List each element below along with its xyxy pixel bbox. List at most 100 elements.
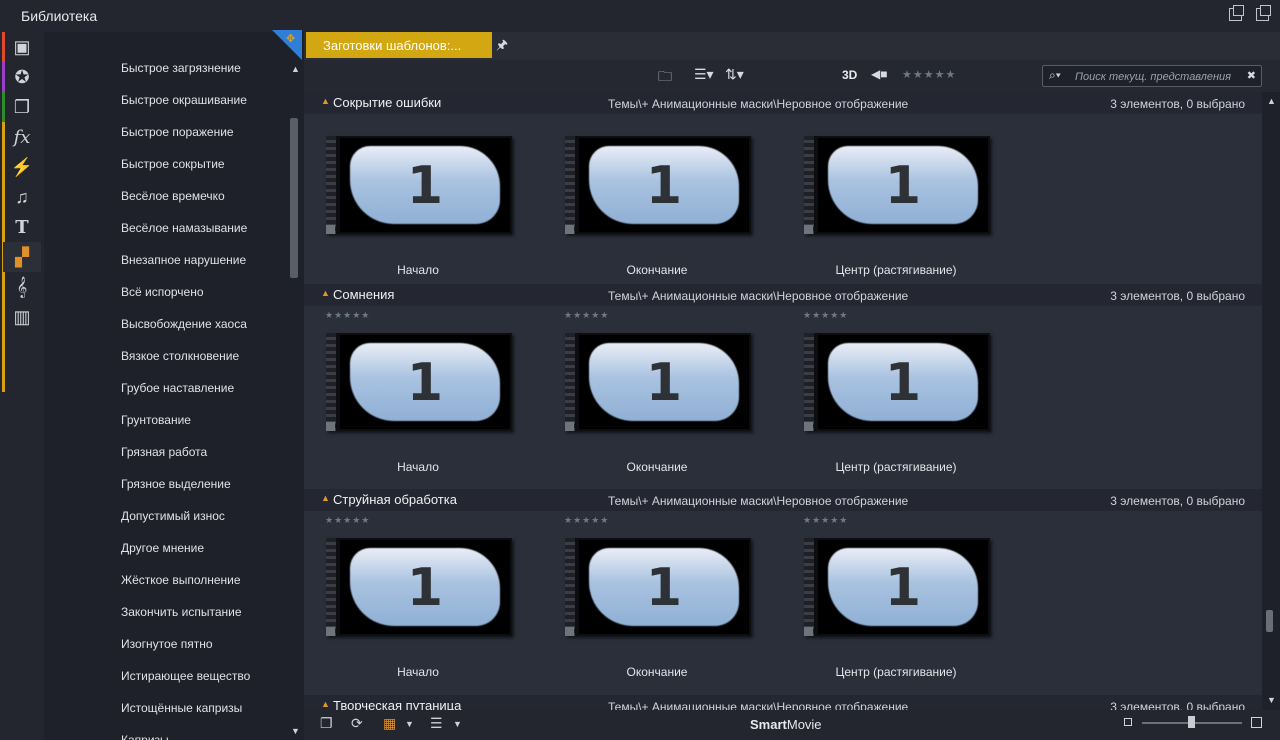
category-item[interactable]: Закончить испытание (121, 605, 242, 619)
thumbnail-label: Окончание (626, 263, 688, 277)
category-item[interactable]: Изогнутое пятно (121, 637, 213, 651)
pages-icon[interactable]: ❐ (320, 715, 333, 732)
scroll-down-arrow-icon[interactable]: ▼ (291, 726, 300, 736)
content-scroll-up-icon[interactable]: ▲ (1267, 96, 1276, 106)
item-rating[interactable]: ★★★★★ (803, 310, 848, 321)
title-bar: Библиотека (0, 0, 1280, 32)
template-thumbnail[interactable]: 1 (326, 538, 512, 636)
scroll-up-arrow-icon[interactable]: ▲ (291, 64, 300, 74)
box-icon[interactable]: ▣ (3, 32, 41, 62)
item-rating[interactable]: ★★★★★ (564, 515, 609, 526)
category-scrollbar[interactable] (290, 118, 298, 278)
item-rating[interactable]: ★★★★★ (803, 515, 848, 526)
category-item[interactable]: Внезапное нарушение (121, 253, 246, 267)
group-count: 3 элементов, 0 выбрано (1110, 97, 1245, 111)
rating-filter[interactable]: ★★★★★ (902, 68, 956, 81)
group-header[interactable]: ▲ Сокрытие ошибки Темы\+ Анимационные маск… (304, 92, 1262, 114)
folder-icon[interactable]: 🗀 (658, 66, 672, 90)
template-thumbnail[interactable]: 1 (326, 333, 512, 431)
category-item[interactable]: Быстрое окрашивание (121, 93, 247, 107)
clear-search-icon[interactable]: ✖ (1247, 69, 1256, 82)
sort-icon[interactable]: ⇅▾ (725, 66, 744, 83)
undock-icon[interactable] (1229, 5, 1244, 21)
template-thumbnail[interactable]: 1 (565, 538, 751, 636)
category-item[interactable]: Быстрое загрязнение (121, 61, 241, 75)
thumbnail-label: Центр (растягивание) (835, 460, 957, 474)
collapse-triangle-icon[interactable]: ▲ (321, 288, 330, 298)
content-scroll-down-icon[interactable]: ▼ (1267, 695, 1276, 705)
search-input[interactable] (1075, 69, 1245, 84)
template-thumbnail[interactable]: 1 (565, 333, 751, 431)
thumbnail-label: Начало (397, 263, 439, 277)
fx-icon[interactable]: fx (3, 122, 41, 152)
search-icon[interactable]: ⌕▾ (1049, 68, 1061, 83)
search-box[interactable]: ⌕▾ ✖ (1042, 65, 1262, 87)
template-thumbnail[interactable]: 1 (804, 333, 990, 431)
grid-view-icon[interactable]: ▦ (383, 715, 396, 732)
sync-icon[interactable]: ⟳ (351, 715, 363, 732)
restore-icon[interactable] (1256, 5, 1271, 21)
smartmovie-button[interactable]: SmartMovie (750, 717, 822, 732)
piano-icon[interactable]: ▥ (3, 302, 41, 332)
film-strip (804, 333, 814, 431)
category-item[interactable]: Всё испорчено (121, 285, 204, 299)
stack-icon[interactable]: ❐ (3, 92, 41, 122)
template-thumbnail[interactable]: 1 (326, 136, 512, 234)
category-item[interactable]: Грубое наставление (121, 381, 234, 395)
category-item[interactable]: Быстрое сокрытие (121, 157, 225, 171)
thumbnail-digit: 1 (406, 353, 444, 413)
grid-view-dropdown-icon[interactable]: ▼ (405, 719, 414, 729)
group-header[interactable]: ▲ Сомнения Темы\+ Анимационные маски\Неров… (304, 284, 1262, 306)
zoom-slider-handle[interactable] (1188, 716, 1195, 728)
thumbnail-label: Начало (397, 665, 439, 679)
group-path: Темы\+ Анимационные маски\Неровное отобр… (608, 494, 909, 508)
pin-tab-icon[interactable]: 🖈 (496, 36, 508, 58)
template-thumbnail[interactable]: 1 (804, 136, 990, 234)
thumbnail-image: 1 (579, 335, 749, 429)
tab-templates[interactable]: Заготовки шаблонов:... (306, 32, 492, 58)
category-item[interactable]: Весёлое намазывание (121, 221, 247, 235)
content-scroll-thumb[interactable] (1266, 610, 1273, 632)
group-header[interactable]: ▲ Струйная обработка Темы\+ Анимационные м… (304, 489, 1262, 511)
collapse-triangle-icon[interactable]: ▲ (321, 96, 330, 106)
tag-icon[interactable]: ◀■ (871, 67, 887, 81)
details-view-icon[interactable]: ☰ (430, 715, 443, 732)
category-item[interactable]: Истирающее вещество (121, 669, 250, 683)
collapse-triangle-icon[interactable]: ▲ (321, 493, 330, 503)
category-item[interactable]: Капризы (121, 733, 169, 740)
film-reel-icon[interactable]: ✪ (3, 62, 41, 92)
category-item[interactable]: Высвобождение хаоса (121, 317, 247, 331)
thumbnail-corner-icon (565, 225, 574, 234)
category-item[interactable]: Грязная работа (121, 445, 207, 459)
list-view-icon[interactable]: ☰▾ (694, 66, 714, 83)
template-thumbnail[interactable]: 1 (804, 538, 990, 636)
thumbnail-corner-icon (804, 422, 813, 431)
category-item[interactable]: Вязкое столкновение (121, 349, 239, 363)
collapse-triangle-icon[interactable]: ▲ (321, 699, 330, 709)
zoom-large-icon[interactable] (1251, 717, 1262, 728)
template-thumbnail[interactable]: 1 (565, 136, 751, 234)
item-rating[interactable]: ★★★★★ (564, 310, 609, 321)
thumbnail-label: Центр (растягивание) (835, 263, 957, 277)
category-item[interactable]: Истощённые капризы (121, 701, 242, 715)
montage-icon[interactable]: ▞ (3, 242, 41, 272)
category-item[interactable]: Быстрое поражение (121, 125, 234, 139)
lightning-icon[interactable]: ⚡ (3, 152, 41, 182)
item-rating[interactable]: ★★★★★ (325, 515, 370, 526)
zoom-small-icon[interactable] (1124, 718, 1132, 726)
category-item[interactable]: Весёлое времечко (121, 189, 225, 203)
treble-clef-icon[interactable]: 𝄞 (3, 272, 41, 302)
text-icon[interactable]: T (3, 212, 41, 242)
details-view-dropdown-icon[interactable]: ▼ (453, 719, 462, 729)
window-title: Библиотека (21, 8, 98, 24)
category-item[interactable]: Грунтование (121, 413, 191, 427)
category-item[interactable]: Жёсткое выполнение (121, 573, 241, 587)
item-rating[interactable]: ★★★★★ (325, 310, 370, 321)
category-item[interactable]: Другое мнение (121, 541, 204, 555)
group-header[interactable]: ▲ Творческая путаница Темы\+ Анимационные … (304, 695, 1262, 710)
thumbnail-digit: 1 (884, 156, 922, 216)
category-item[interactable]: Допустимый износ (121, 509, 225, 523)
music-note-icon[interactable]: ♫ (3, 182, 41, 212)
3d-toggle-button[interactable]: 3D (842, 68, 857, 82)
category-item[interactable]: Грязное выделение (121, 477, 231, 491)
